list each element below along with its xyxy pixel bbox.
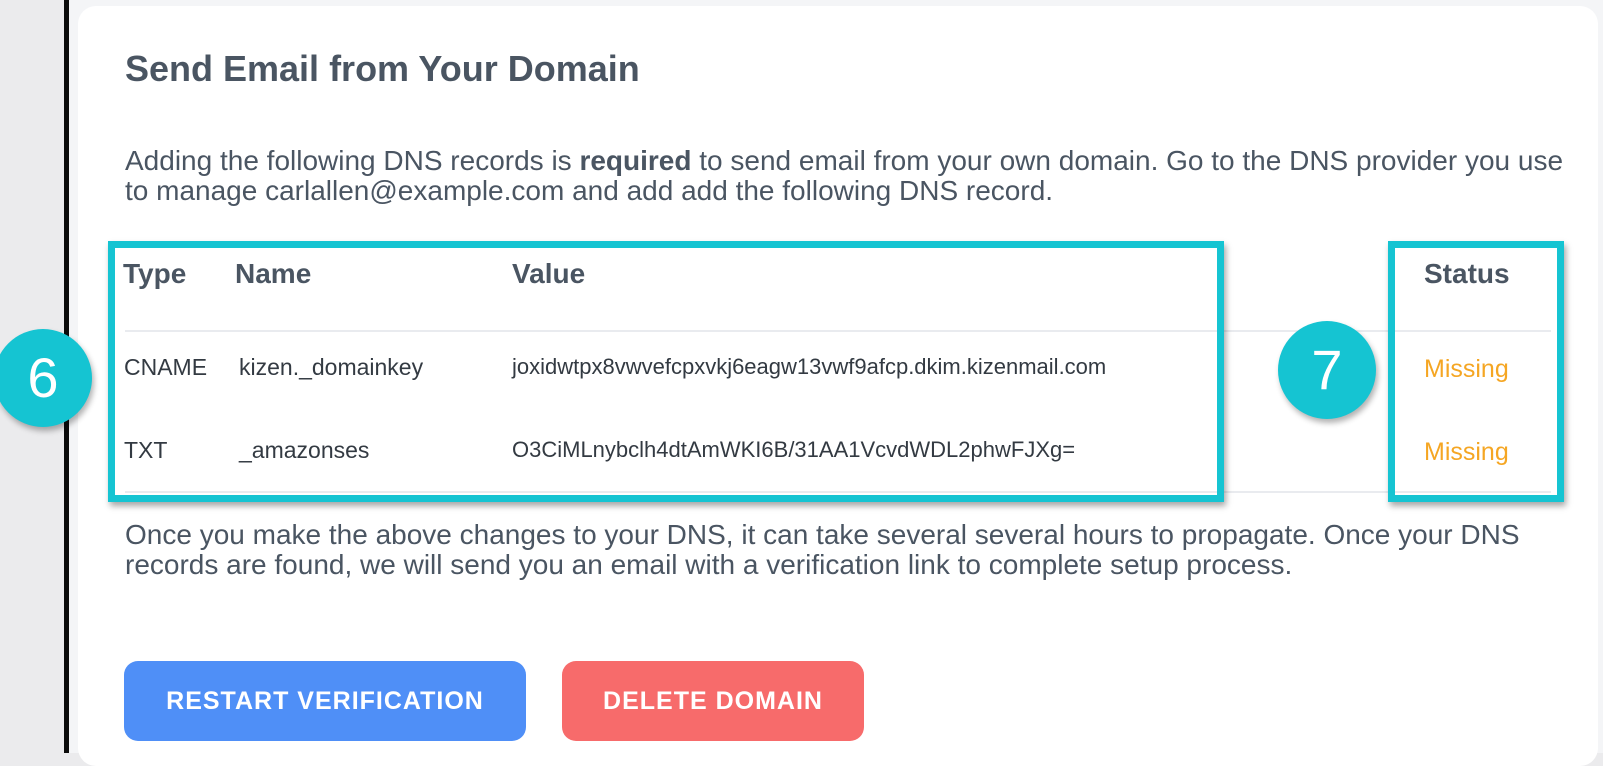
callout-badge-7: 7 [1278,321,1376,419]
intro-required-emphasis: required [579,145,692,176]
delete-domain-button[interactable]: DELETE DOMAIN [562,661,864,741]
records-highlight-box [108,241,1224,502]
restart-verification-button[interactable]: RESTART VERIFICATION [124,661,526,741]
propagation-note: Once you make the above changes to your … [125,519,1520,580]
intro-text-start: Adding the following DNS records is [125,145,580,176]
status-highlight-box [1388,241,1564,502]
section-title: Send Email from Your Domain [125,48,640,89]
intro-text: Adding the following DNS records is requ… [125,146,1565,206]
